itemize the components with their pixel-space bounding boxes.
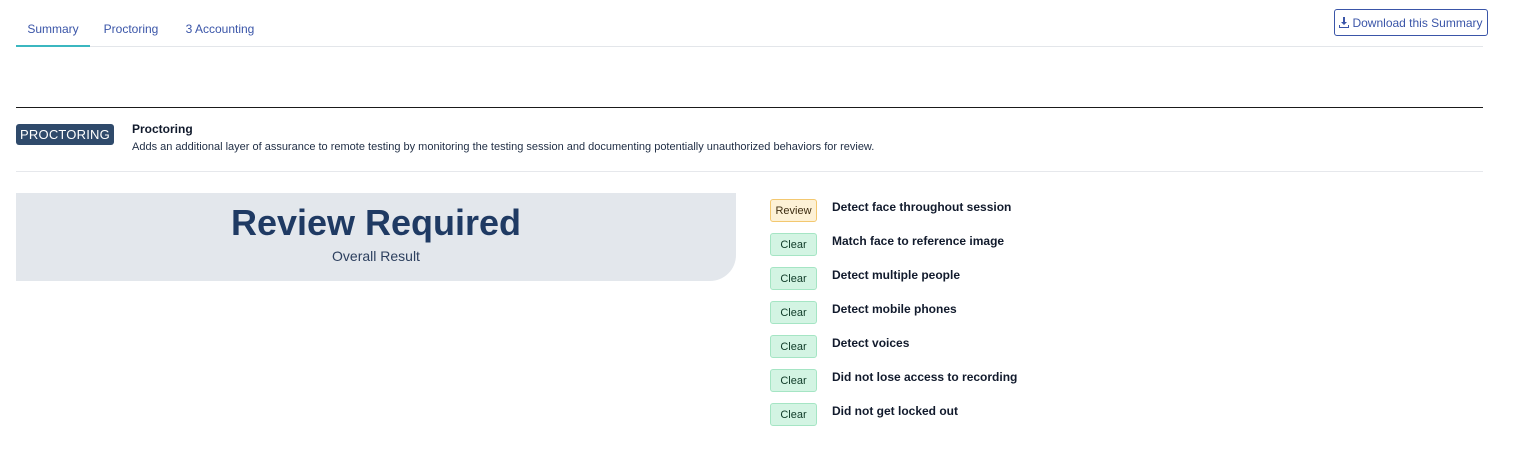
check-label: Detect mobile phones: [832, 302, 957, 316]
tab-proctoring[interactable]: Proctoring: [100, 0, 162, 47]
proctoring-badge: PROCTORING: [16, 124, 114, 145]
section-rule: [16, 107, 1483, 108]
download-summary-label: Download this Summary: [1352, 15, 1483, 30]
status-badge-clear: Clear: [770, 369, 817, 392]
status-badge-review: Review: [770, 199, 817, 222]
tab-summary[interactable]: Summary: [16, 0, 90, 47]
status-badge-clear: Clear: [770, 335, 817, 358]
section-description: Adds an additional layer of assurance to…: [132, 141, 875, 153]
overall-result-value: Review Required: [230, 202, 522, 243]
download-icon: [1339, 17, 1350, 28]
check-label: Detect multiple people: [832, 268, 961, 282]
divider: [16, 171, 1483, 172]
status-badge-clear: Clear: [770, 403, 817, 426]
check-label: Detect voices: [832, 336, 910, 350]
overall-result-label: Overall Result: [332, 248, 420, 264]
status-badge-clear: Clear: [770, 233, 817, 256]
status-badge-clear: Clear: [770, 301, 817, 324]
check-label: Did not get locked out: [832, 404, 958, 418]
check-label: Did not lose access to recording: [832, 370, 1018, 384]
tab-accounting[interactable]: 3 Accounting: [180, 0, 260, 47]
check-label: Detect face throughout session: [832, 200, 1012, 214]
tab-bar: Summary Proctoring 3 Accounting: [16, 0, 1483, 47]
status-badge-clear: Clear: [770, 267, 817, 290]
overall-result-card: Review Required Overall Result: [16, 193, 736, 281]
download-summary-button[interactable]: Download this Summary: [1334, 9, 1488, 36]
check-label: Match face to reference image: [832, 234, 1005, 248]
section-title: Proctoring: [132, 122, 193, 136]
